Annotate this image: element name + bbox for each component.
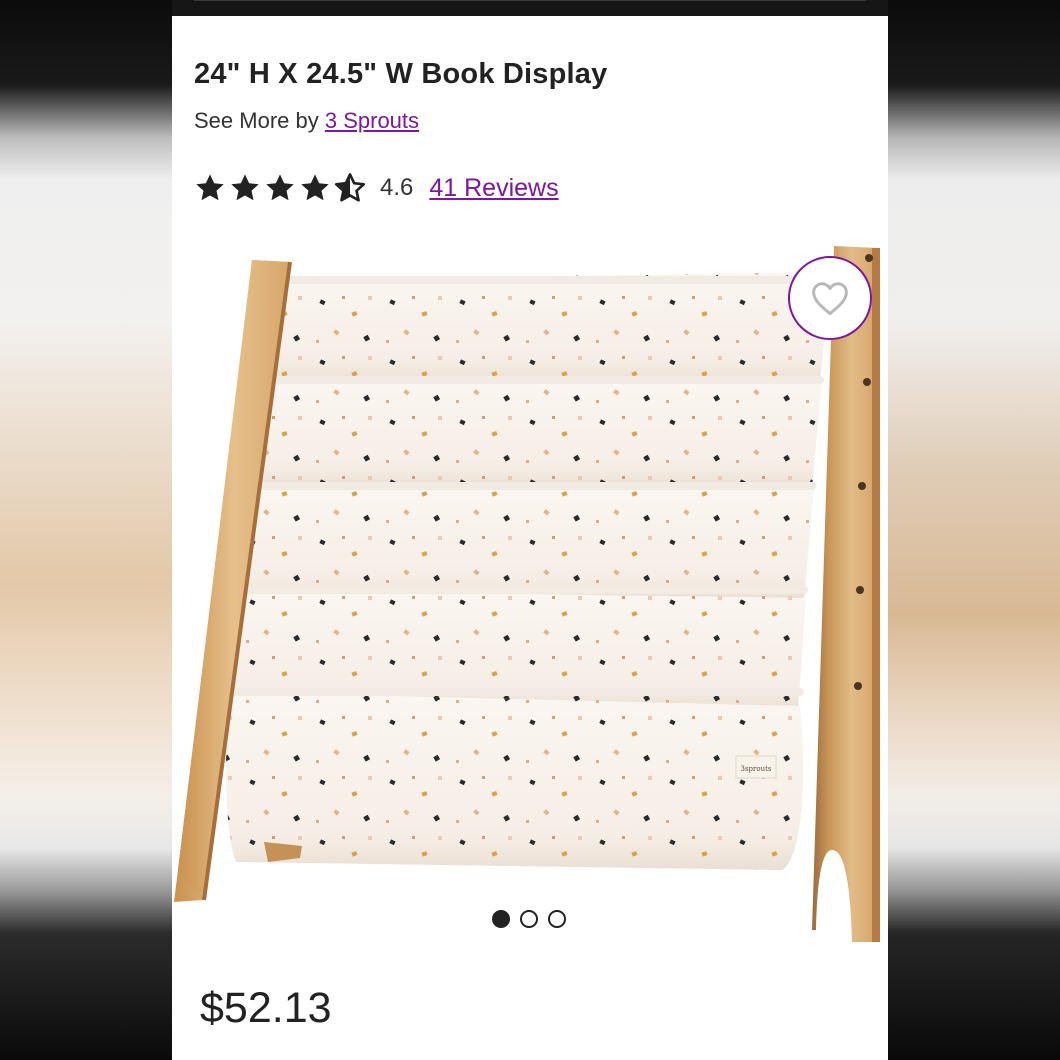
top-bar-edge (194, 0, 866, 1)
product-image[interactable]: 3sprouts (172, 230, 888, 960)
rating-value: 4.6 (380, 174, 414, 201)
carousel-dot-2[interactable] (520, 910, 538, 928)
see-more-prefix: See More by (194, 108, 319, 133)
star-rating (194, 172, 366, 204)
favorite-button[interactable] (788, 256, 872, 340)
carousel-dot-1[interactable] (492, 910, 510, 928)
star-icon (266, 174, 294, 201)
heart-icon (812, 282, 848, 316)
brand-tag: 3sprouts (740, 765, 771, 773)
book-display-illustration: 3sprouts (174, 246, 880, 942)
top-bar (172, 0, 888, 16)
product-title: 24" H X 24.5" W Book Display (194, 58, 608, 90)
reviews-link[interactable]: 41 Reviews (429, 174, 558, 203)
background-blur-left (0, 0, 172, 1060)
carousel-indicator (492, 910, 566, 928)
star-icon (196, 174, 224, 201)
carousel-dot-3[interactable] (548, 910, 566, 928)
background-blur-right (888, 0, 1060, 1060)
star-icon (301, 174, 329, 201)
brand-link[interactable]: 3 Sprouts (325, 108, 419, 133)
rating-row: 4.6 41 Reviews (194, 168, 559, 208)
product-price: $52.13 (200, 984, 332, 1032)
star-icon (231, 174, 259, 201)
half-star-icon (334, 173, 366, 202)
product-page: 24" H X 24.5" W Book Display See More by… (172, 0, 888, 1060)
see-more-line: See More by 3 Sprouts (194, 108, 419, 134)
